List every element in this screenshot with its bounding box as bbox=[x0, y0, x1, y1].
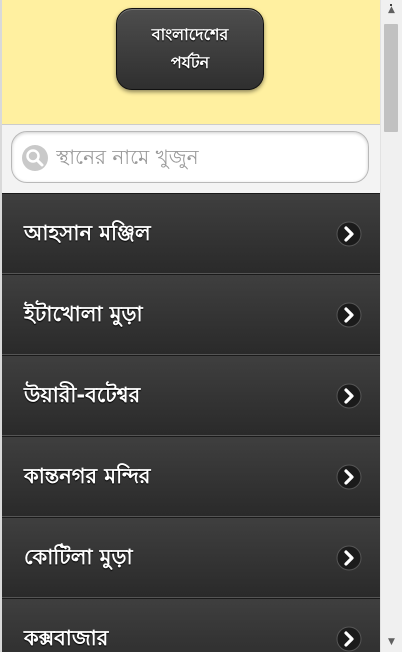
list-item-label: উয়ারী-বটেশ্বর bbox=[24, 383, 141, 407]
list-item-label: ইটাখোলা মুড়া bbox=[24, 302, 143, 326]
vertical-scrollbar[interactable]: ▲ ▼ bbox=[380, 0, 402, 652]
list-item[interactable]: উয়ারী-বটেশ্বর bbox=[2, 355, 380, 436]
places-list: আহসান মঞ্জিল ইটাখোলা মুড়া উয়ারী-বটেশ্ব… bbox=[2, 193, 380, 652]
search-bar bbox=[2, 125, 380, 193]
window-left-border bbox=[0, 0, 2, 652]
chevron-right-icon bbox=[336, 626, 362, 652]
title-button[interactable]: বাংলাদেশের পর্যটন bbox=[116, 8, 264, 90]
list-item-label: কক্সবাজার bbox=[24, 626, 109, 650]
search-input[interactable] bbox=[56, 140, 356, 174]
title-line-1: বাংলাদেশের bbox=[151, 25, 229, 44]
chevron-right-icon bbox=[336, 302, 362, 328]
list-item[interactable]: ইটাখোলা মুড়া bbox=[2, 274, 380, 355]
list-item[interactable]: কোটিলা মুড়া bbox=[2, 517, 380, 598]
header: বাংলাদেশের পর্যটন bbox=[2, 0, 380, 125]
list-item-label: আহসান মঞ্জিল bbox=[24, 221, 151, 245]
page-content: বাংলাদেশের পর্যটন আহসান মঞ্জিল bbox=[2, 0, 380, 652]
scrollbar-thumb[interactable] bbox=[384, 24, 398, 132]
chevron-right-icon bbox=[336, 383, 362, 409]
list-item-label: কান্তনগর মন্দির bbox=[24, 464, 151, 488]
list-item-label: কোটিলা মুড়া bbox=[24, 545, 133, 569]
app-window: বাংলাদেশের পর্যটন আহসান মঞ্জিল bbox=[0, 0, 402, 652]
list-item[interactable]: কান্তনগর মন্দির bbox=[2, 436, 380, 517]
list-item[interactable]: কক্সবাজার bbox=[2, 598, 380, 652]
window-corner-dot bbox=[390, 4, 392, 6]
chevron-right-icon bbox=[336, 464, 362, 490]
scroll-up-arrow-icon[interactable]: ▲ bbox=[381, 0, 402, 20]
title-line-2: পর্যটন bbox=[170, 53, 210, 72]
chevron-right-icon bbox=[336, 221, 362, 247]
chevron-right-icon bbox=[336, 545, 362, 571]
search-field[interactable] bbox=[11, 131, 369, 183]
scroll-down-arrow-icon[interactable]: ▼ bbox=[381, 632, 402, 652]
search-icon bbox=[22, 145, 48, 171]
list-item[interactable]: আহসান মঞ্জিল bbox=[2, 193, 380, 274]
